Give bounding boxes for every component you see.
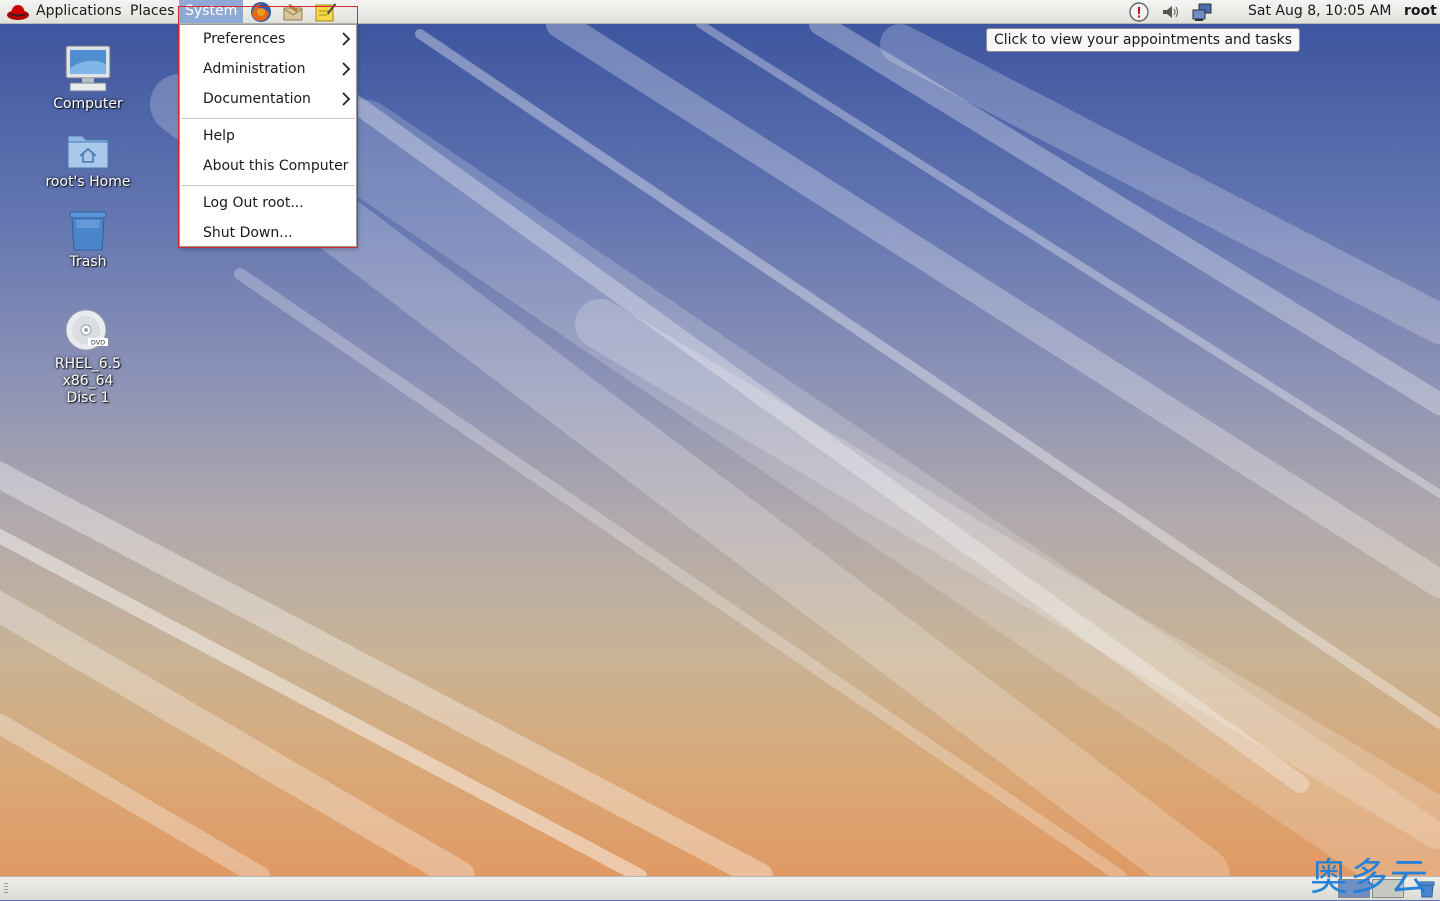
desktop-icon-label: root's Home bbox=[45, 174, 131, 190]
menu-item-label: Help bbox=[203, 128, 235, 144]
mail-icon[interactable] bbox=[281, 1, 305, 23]
notes-icon[interactable] bbox=[313, 1, 337, 23]
desktop-icon-dvd[interactable]: DVD RHEL_6.5 x86_64 Disc 1 bbox=[28, 308, 148, 407]
menu-item-label: Log Out root... bbox=[203, 195, 304, 211]
chevron-right-icon bbox=[342, 92, 351, 106]
menu-item-documentation[interactable]: Documentation bbox=[181, 85, 355, 113]
menu-separator bbox=[181, 118, 355, 119]
clock[interactable]: Sat Aug 8, 10:05 AM bbox=[1238, 0, 1401, 23]
update-notifier-icon[interactable] bbox=[1128, 2, 1150, 22]
chevron-right-icon bbox=[342, 62, 351, 76]
menu-item-label: Documentation bbox=[203, 91, 311, 107]
menu-item-label: Administration bbox=[203, 61, 306, 77]
volume-icon[interactable] bbox=[1160, 2, 1182, 22]
menu-item-administration[interactable]: Administration bbox=[181, 55, 355, 83]
desktop-icon-home[interactable]: root's Home bbox=[28, 128, 148, 191]
desktop-icon-label: Computer bbox=[53, 96, 123, 112]
desktop-icon-label: RHEL_6.5 x86_64 bbox=[54, 356, 122, 389]
places-menu[interactable]: Places bbox=[124, 0, 181, 23]
system-menu-button[interactable]: System bbox=[179, 0, 244, 23]
menu-item-preferences[interactable]: Preferences bbox=[181, 25, 355, 53]
computer-icon bbox=[65, 45, 111, 92]
redhat-logo-icon[interactable] bbox=[6, 2, 30, 22]
menu-item-help[interactable]: Help bbox=[181, 122, 355, 150]
svg-text:DVD: DVD bbox=[91, 339, 105, 347]
menu-item-label: Preferences bbox=[203, 31, 286, 47]
bottom-panel bbox=[0, 876, 1440, 900]
network-icon[interactable] bbox=[1191, 2, 1213, 22]
top-panel: Applications Places System Sat Aug 8, 10… bbox=[0, 0, 1440, 24]
chevron-right-icon bbox=[342, 32, 351, 46]
applications-menu[interactable]: Applications bbox=[30, 0, 128, 23]
watermark: 奥多云 bbox=[1310, 855, 1431, 899]
desktop-icon-trash[interactable]: Trash bbox=[28, 208, 148, 271]
menu-item-shut-down[interactable]: Shut Down... bbox=[181, 219, 355, 247]
menu-separator bbox=[181, 185, 355, 186]
trash-icon bbox=[69, 211, 107, 251]
desktop-icon-label: Disc 1 bbox=[66, 390, 110, 406]
menu-item-about[interactable]: About this Computer bbox=[181, 152, 355, 180]
menu-item-log-out[interactable]: Log Out root... bbox=[181, 189, 355, 217]
system-menu: Preferences Administration Documentation… bbox=[179, 24, 357, 247]
panel-grip[interactable] bbox=[4, 883, 8, 895]
home-folder-icon bbox=[67, 135, 109, 169]
clock-tooltip: Click to view your appointments and task… bbox=[986, 28, 1301, 52]
dvd-icon: DVD bbox=[65, 309, 108, 351]
desktop-icon-computer[interactable]: Computer bbox=[28, 44, 148, 113]
user-menu[interactable]: root bbox=[1396, 0, 1440, 23]
firefox-icon[interactable] bbox=[249, 1, 273, 23]
desktop-icon-label: Trash bbox=[69, 254, 107, 270]
menu-item-label: About this Computer bbox=[203, 158, 349, 174]
menu-item-label: Shut Down... bbox=[203, 225, 293, 241]
